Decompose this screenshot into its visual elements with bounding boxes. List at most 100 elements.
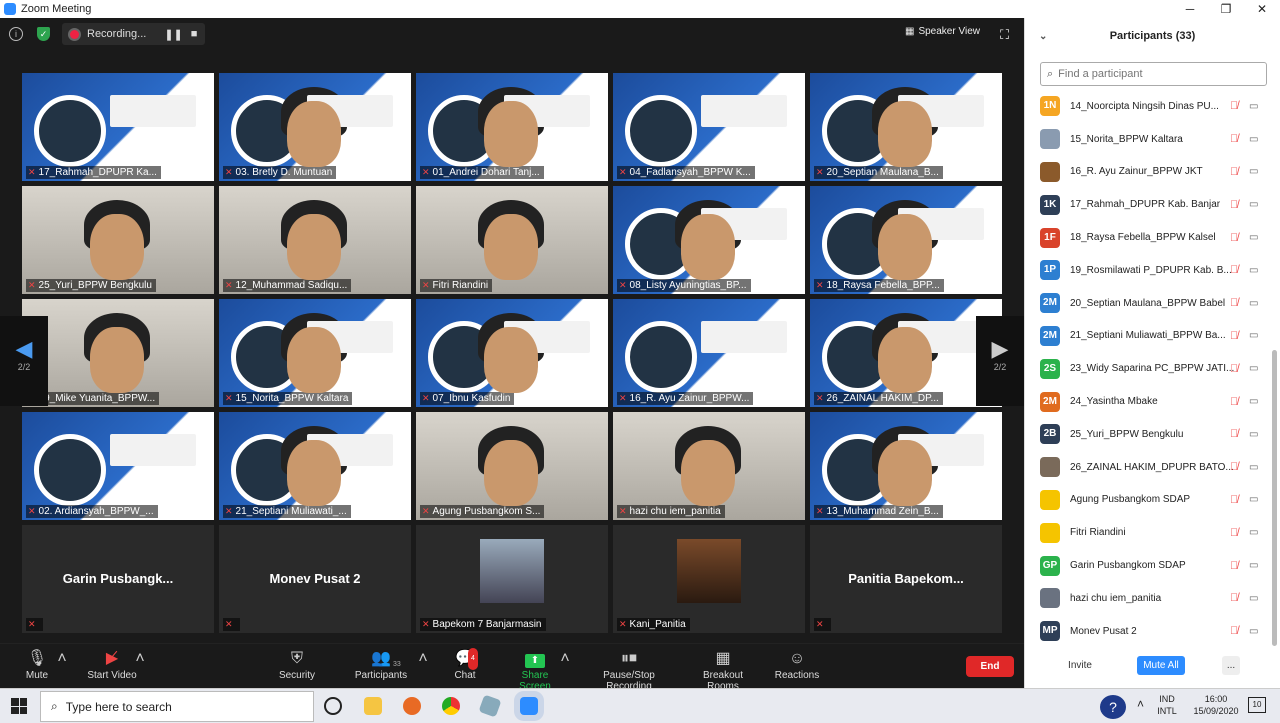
- participant-row[interactable]: 16_R. Ayu Zainur_BPPW JKT 🎙̸ ▭: [1025, 156, 1273, 189]
- participant-row[interactable]: 1F 18_Raysa Febella_BPPW Kalsel 🎙̸ ▭: [1025, 221, 1273, 254]
- video-camera-icon[interactable]: ▭: [1249, 363, 1258, 374]
- participant-video-tile[interactable]: ✕ 17_Rahmah_DPUPR Ka...: [22, 73, 214, 181]
- participant-video-tile[interactable]: ✕ 12_Muhammad Sadiqu...: [219, 186, 411, 294]
- muted-mic-icon[interactable]: 🎙̸: [1230, 133, 1238, 145]
- participant-row[interactable]: 26_ZAINAL HAKIM_DPUPR BATO... 🎙̸ ▭: [1025, 451, 1273, 484]
- file-explorer-icon[interactable]: [364, 697, 382, 715]
- video-camera-icon[interactable]: ▭: [1249, 265, 1258, 276]
- next-page-button[interactable]: ▶ 2/2: [976, 316, 1024, 406]
- muted-mic-icon[interactable]: 🎙̸: [1230, 232, 1238, 244]
- video-camera-icon[interactable]: ▭: [1249, 527, 1258, 538]
- video-camera-icon[interactable]: ▭: [1249, 232, 1258, 243]
- participants-button[interactable]: 👥 33 Participants: [352, 648, 410, 681]
- security-shield-icon[interactable]: ✓: [37, 27, 50, 41]
- video-camera-icon[interactable]: ▭: [1249, 593, 1258, 604]
- tray-caret-icon[interactable]: ˄: [1137, 698, 1144, 710]
- participant-row[interactable]: 1N 14_Noorcipta Ningsih Dinas PU... 🎙̸ ▭: [1025, 90, 1273, 123]
- share-options-caret[interactable]: ˄: [560, 648, 570, 670]
- windows-start-icon[interactable]: [11, 698, 27, 714]
- notification-icon[interactable]: 10: [1248, 697, 1266, 713]
- participant-row[interactable]: Agung Pusbangkom SDAP 🎙̸ ▭: [1025, 484, 1273, 517]
- participant-video-tile[interactable]: ✕ 26_ZAINAL HAKIM_DP...: [810, 299, 1002, 407]
- participant-video-tile[interactable]: ✕ 08_Listy Ayuningtias_BP...: [613, 186, 805, 294]
- participant-search-input[interactable]: [1058, 68, 1259, 80]
- participant-row[interactable]: 2M 24_Yasintha Mbake 🎙̸ ▭: [1025, 385, 1273, 418]
- participant-video-tile[interactable]: ✕ Fitri Riandini: [416, 186, 608, 294]
- participant-row[interactable]: GP Garin Pusbangkom SDAP 🎙̸ ▭: [1025, 549, 1273, 582]
- video-camera-icon[interactable]: ▭: [1249, 626, 1258, 637]
- participant-list-scrollbar[interactable]: [1272, 350, 1277, 646]
- participant-video-tile[interactable]: ✕ 04_Fadlansyah_BPPW K...: [613, 73, 805, 181]
- video-camera-icon[interactable]: ▭: [1249, 298, 1258, 309]
- more-options-button[interactable]: ...: [1222, 656, 1240, 675]
- minimize-button[interactable]: ─: [1172, 2, 1208, 16]
- participant-video-tile[interactable]: ✕09_Mike Yuanita_BPPW...: [22, 299, 214, 407]
- participant-row[interactable]: hazi chu iem_panitia 🎙̸ ▭: [1025, 582, 1273, 615]
- participant-video-tile[interactable]: Garin Pusbangk... ✕: [22, 525, 214, 633]
- muted-mic-icon[interactable]: 🎙̸: [1230, 166, 1238, 178]
- participant-video-tile[interactable]: ✕ 07_Ibnu Kasfudin: [416, 299, 608, 407]
- participant-video-tile[interactable]: ✕ 16_R. Ayu Zainur_BPPW...: [613, 299, 805, 407]
- participant-row[interactable]: 2M 21_Septiani Muliawati_BPPW Ba... 🎙̸ ▭: [1025, 320, 1273, 353]
- muted-mic-icon[interactable]: 🎙̸: [1230, 297, 1238, 309]
- video-camera-icon[interactable]: ▭: [1249, 462, 1258, 473]
- muted-mic-icon[interactable]: 🎙̸: [1230, 264, 1238, 276]
- video-options-caret[interactable]: ˄: [135, 648, 145, 670]
- participant-video-tile[interactable]: ✕ Agung Pusbangkom S...: [416, 412, 608, 520]
- participant-video-tile[interactable]: Panitia Bapekom... ✕: [810, 525, 1002, 633]
- share-screen-button[interactable]: ⬆ Share Screen: [506, 648, 564, 692]
- start-video-button[interactable]: ▶̸ Start Video: [84, 648, 140, 681]
- pause-recording-icon[interactable]: ❚❚: [164, 28, 182, 41]
- participant-row[interactable]: 1K 17_Rahmah_DPUPR Kab. Banjar 🎙̸ ▭: [1025, 188, 1273, 221]
- participant-row[interactable]: Fitri Riandini 🎙̸ ▭: [1025, 516, 1273, 549]
- firefox-icon[interactable]: [403, 697, 421, 715]
- cortana-icon[interactable]: [324, 697, 342, 715]
- participant-video-tile[interactable]: ✕ 15_Norita_BPPW Kaltara: [219, 299, 411, 407]
- participant-video-tile[interactable]: ✕ Kani_Panitia: [613, 525, 805, 633]
- mute-all-button[interactable]: Mute All: [1137, 656, 1185, 675]
- video-camera-icon[interactable]: ▭: [1249, 166, 1258, 177]
- video-camera-icon[interactable]: ▭: [1249, 199, 1258, 210]
- participant-video-tile[interactable]: Monev Pusat 2 ✕: [219, 525, 411, 633]
- participant-video-tile[interactable]: ✕ hazi chu iem_panitia: [613, 412, 805, 520]
- participant-row[interactable]: 1P 19_Rosmilawati P_DPUPR Kab. B... 🎙̸ ▭: [1025, 254, 1273, 287]
- participant-video-tile[interactable]: ✕ 20_Septian Maulana_B...: [810, 73, 1002, 181]
- video-camera-icon[interactable]: ▭: [1249, 134, 1258, 145]
- chrome-icon[interactable]: [442, 697, 460, 715]
- muted-mic-icon[interactable]: 🎙̸: [1230, 560, 1238, 572]
- audio-options-caret[interactable]: ˄: [57, 648, 67, 670]
- keyboard-language[interactable]: IND INTL: [1152, 693, 1182, 717]
- security-button[interactable]: ⛨ Security: [276, 648, 318, 681]
- muted-mic-icon[interactable]: 🎙̸: [1230, 428, 1238, 440]
- video-camera-icon[interactable]: ▭: [1249, 494, 1258, 505]
- stop-recording-icon[interactable]: ■: [191, 28, 198, 40]
- collapse-chevron-icon[interactable]: ⌄: [1039, 31, 1047, 42]
- paint-icon[interactable]: [478, 694, 502, 718]
- muted-mic-icon[interactable]: 🎙̸: [1230, 330, 1238, 342]
- invite-button[interactable]: Invite: [1066, 656, 1094, 675]
- mute-button[interactable]: 🎙 Mute: [18, 648, 56, 681]
- speaker-view-button[interactable]: ▦ Speaker View: [905, 26, 980, 37]
- video-camera-icon[interactable]: ▭: [1249, 101, 1258, 112]
- reactions-button[interactable]: ☺ Reactions: [774, 648, 820, 681]
- participants-options-caret[interactable]: ˄: [418, 648, 428, 670]
- participant-row[interactable]: 15_Norita_BPPW Kaltara 🎙̸ ▭: [1025, 123, 1273, 156]
- end-meeting-button[interactable]: End: [966, 656, 1014, 677]
- participant-video-tile[interactable]: ✕ 01_Andrei Dohari Tanj...: [416, 73, 608, 181]
- info-icon[interactable]: i: [9, 27, 23, 41]
- close-button[interactable]: ✕: [1244, 2, 1280, 16]
- muted-mic-icon[interactable]: 🎙̸: [1230, 592, 1238, 604]
- participant-video-tile[interactable]: ✕ 18_Raysa Febella_BPP...: [810, 186, 1002, 294]
- breakout-rooms-button[interactable]: ▦ Breakout Rooms: [686, 648, 760, 692]
- video-camera-icon[interactable]: ▭: [1249, 396, 1258, 407]
- participant-video-tile[interactable]: ✕ 03. Bretly D. Muntuan: [219, 73, 411, 181]
- muted-mic-icon[interactable]: 🎙̸: [1230, 494, 1238, 506]
- maximize-button[interactable]: ❐: [1208, 2, 1244, 16]
- pause-stop-recording-button[interactable]: ⏸⏹ Pause/Stop Recording: [580, 648, 678, 692]
- participant-row[interactable]: 2S 23_Widy Saparina PC_BPPW JATI... 🎙̸ ▭: [1025, 352, 1273, 385]
- participant-video-tile[interactable]: ✕ 21_Septiani Muliawati_...: [219, 412, 411, 520]
- muted-mic-icon[interactable]: 🎙̸: [1230, 461, 1238, 473]
- help-icon[interactable]: ?: [1100, 695, 1126, 719]
- muted-mic-icon[interactable]: 🎙̸: [1230, 199, 1238, 211]
- muted-mic-icon[interactable]: 🎙̸: [1230, 625, 1238, 637]
